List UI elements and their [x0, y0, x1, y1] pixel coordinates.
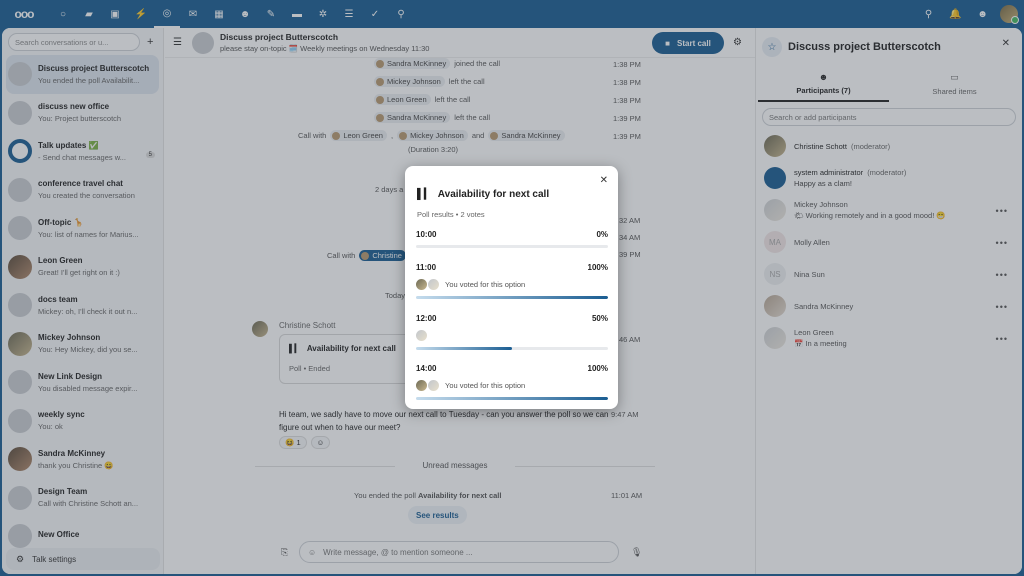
voted-for-option-text: You voted for this option: [445, 279, 526, 289]
voter-avatar: [416, 278, 427, 290]
voted-for-option-text: You voted for this option: [445, 380, 526, 390]
poll-chart-icon: ▌▎: [417, 189, 432, 200]
poll-option-progress-track: [416, 245, 608, 248]
poll-option-progress-fill: [416, 296, 608, 299]
poll-results-dialog: ✕ ▌▎ Availability for next call Poll res…: [405, 166, 618, 409]
poll-option-percent: 100%: [587, 263, 608, 272]
voter-avatar: [416, 329, 427, 341]
dialog-title-text: Availability for next call: [437, 189, 550, 200]
poll-option-voters: [416, 329, 608, 341]
poll-option-header: 10:00 0%: [416, 230, 608, 239]
poll-option-progress-fill: [416, 347, 512, 350]
poll-option: 12:00 50%: [416, 314, 608, 350]
poll-option-header: 11:00 100%: [416, 263, 608, 272]
poll-option: 14:00 100% You voted for this option: [416, 364, 608, 400]
poll-option-label: 10:00: [416, 230, 437, 239]
poll-option-label: 12:00: [416, 314, 437, 323]
poll-option-progress-track: [416, 296, 608, 299]
poll-option-percent: 50%: [591, 314, 608, 323]
poll-option-label: 14:00: [416, 364, 437, 373]
voter-avatar: [428, 379, 439, 391]
poll-option: 11:00 100% You voted for this option: [416, 263, 608, 299]
poll-option-voters: You voted for this option: [416, 278, 608, 290]
poll-option-label: 11:00: [416, 263, 437, 272]
poll-option-progress-track: [416, 397, 608, 400]
dialog-subtitle: Poll results • 2 votes: [417, 210, 485, 219]
poll-option-voters: You voted for this option: [416, 379, 608, 391]
poll-option-progress-track: [416, 347, 608, 350]
poll-option-percent: 0%: [596, 230, 608, 239]
close-dialog-icon[interactable]: ✕: [600, 175, 608, 186]
poll-option-percent: 100%: [587, 364, 608, 373]
voter-avatar: [416, 379, 427, 391]
voter-avatar: [428, 278, 439, 290]
poll-option-header: 14:00 100%: [416, 364, 608, 373]
dialog-title: ▌▎ Availability for next call: [417, 189, 549, 200]
poll-option: 10:00 0%: [416, 230, 608, 248]
poll-option-progress-fill: [416, 397, 608, 400]
poll-option-header: 12:00 50%: [416, 314, 608, 323]
